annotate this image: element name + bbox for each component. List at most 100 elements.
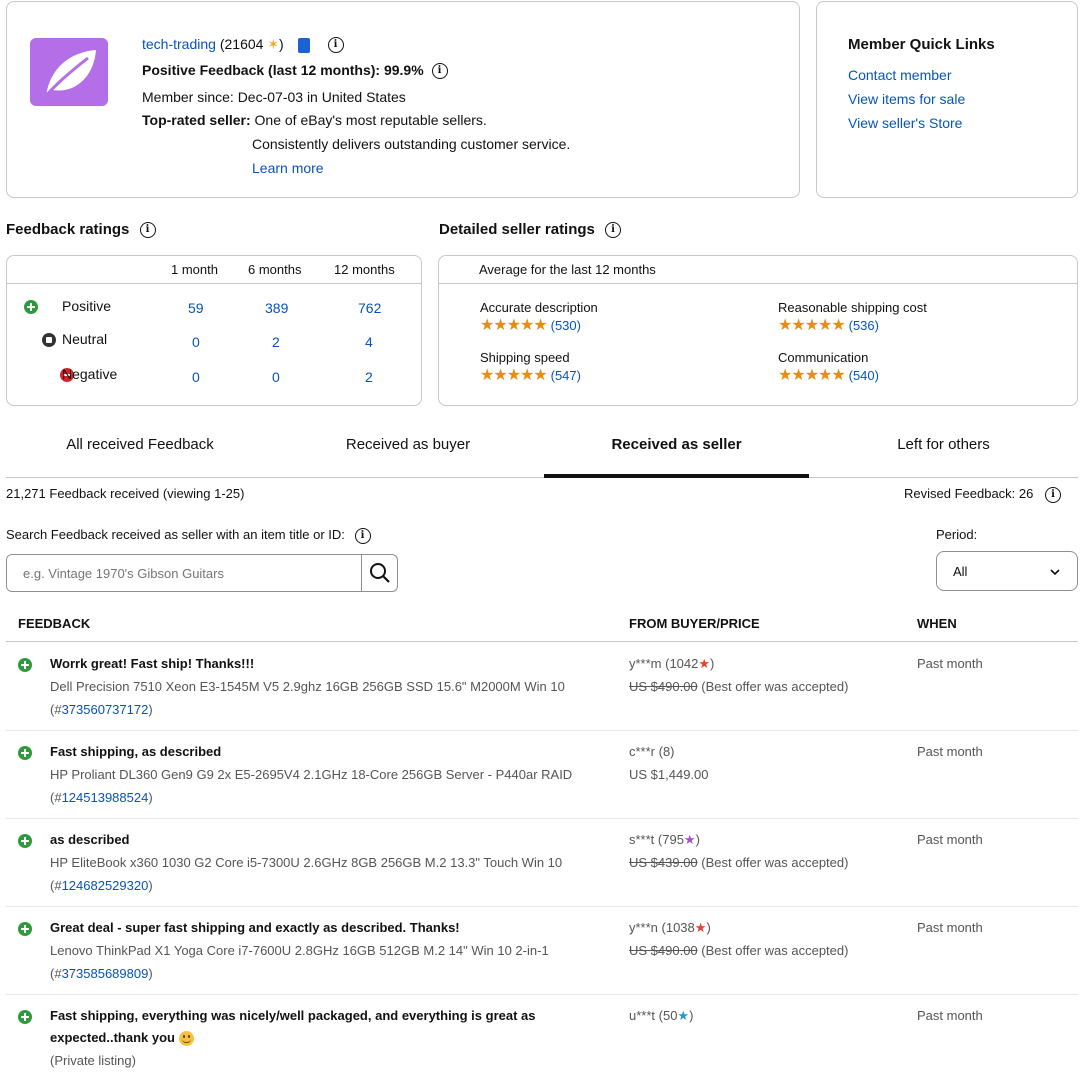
price: US $1,449.00 [629, 767, 709, 782]
item-id-link[interactable]: 373585689809 [62, 966, 149, 981]
price: US $490.00 (Best offer was accepted) [629, 679, 848, 694]
item-title: Lenovo ThinkPad X1 Yoga Core i7-7600U 2.… [50, 943, 549, 958]
item-id-suffix: ) [148, 878, 153, 893]
feedback-comment-line2: expected..thank you [50, 1030, 194, 1047]
item-id-suffix: ) [148, 702, 153, 717]
buyer-name: u***t (50 [629, 1008, 678, 1023]
item-id: (#124682529320) [50, 878, 153, 893]
stars-icon: ★★★★★ [778, 317, 846, 334]
feedback-comment: Fast shipping, everything was nicely/wel… [50, 1008, 536, 1023]
rating-count[interactable]: (536) [849, 318, 879, 333]
revised-feedback-text: Revised Feedback: 26 [904, 486, 1034, 501]
item-title: HP EliteBook x360 1030 G2 Core i5-7300U … [50, 855, 563, 870]
private-listing: (Private listing) [50, 1053, 136, 1068]
info-icon[interactable]: i [354, 527, 371, 544]
row-label-negative: Negative [62, 366, 118, 382]
quick-links-card: Member Quick Links Contact member View i… [816, 1, 1078, 198]
item-id-suffix: ) [148, 966, 153, 981]
item-id-link[interactable]: 124513988524 [62, 790, 149, 805]
info-icon[interactable]: i [605, 222, 622, 239]
rating-accurate: ★★★★★ (530) [480, 315, 581, 335]
negative-6-months[interactable]: 0 [272, 369, 280, 385]
view-store-link[interactable]: View seller's Store [848, 115, 962, 131]
item-id: (#373560737172) [50, 702, 153, 717]
search-button[interactable] [361, 555, 397, 591]
table-row: as described HP EliteBook x360 1030 G2 C… [6, 818, 1078, 907]
item-id-link[interactable]: 124682529320 [62, 878, 149, 893]
positive-6-months[interactable]: 389 [265, 300, 288, 316]
col-12-months: 12 months [334, 262, 395, 277]
rating-count[interactable]: (547) [551, 368, 581, 383]
neutral-6-months[interactable]: 2 [272, 334, 280, 350]
divider [439, 283, 1077, 284]
buyer-name: y***n (1038 [629, 920, 695, 935]
price-note: (Best offer was accepted) [701, 943, 849, 958]
positive-12-months[interactable]: 762 [358, 300, 381, 316]
feedback-ratings-card: 1 month 6 months 12 months Positive 59 3… [6, 255, 422, 406]
item-id-suffix: ) [148, 790, 153, 805]
star-icon: ★ [694, 920, 707, 935]
top-rated-text-2: Consistently delivers outstanding custom… [252, 136, 571, 152]
stars-icon: ★★★★★ [480, 317, 548, 334]
positive-1-month[interactable]: 59 [188, 300, 204, 316]
neutral-1-month[interactable]: 0 [192, 334, 200, 350]
contact-member-link[interactable]: Contact member [848, 67, 951, 83]
item-id-link[interactable]: 373560737172 [62, 702, 149, 717]
period-select[interactable]: All [936, 551, 1078, 591]
tab-received-as-buyer[interactable]: Received as buyer [274, 436, 542, 453]
negative-12-months[interactable]: 2 [365, 369, 373, 385]
positive-icon [24, 300, 38, 314]
positive-icon [18, 922, 32, 936]
username-link[interactable]: tech-trading [142, 36, 216, 52]
header-from-buyer: FROM BUYER/PRICE [629, 616, 760, 631]
price-note: (Best offer was accepted) [701, 855, 849, 870]
buyer-name: y***m (1042 [629, 656, 699, 671]
feedback-score: (21604 [219, 36, 264, 52]
learn-more-link[interactable]: Learn more [252, 160, 324, 176]
tab-received-as-seller[interactable]: Received as seller [544, 436, 809, 453]
when: Past month [917, 832, 983, 847]
buyer-close: ) [689, 1008, 694, 1023]
search-input[interactable] [7, 555, 361, 591]
search-label: Search Feedback received as seller with … [6, 527, 371, 544]
top-rated-text-1: One of eBay's most reputable sellers. [254, 112, 487, 128]
avatar[interactable] [30, 38, 108, 106]
when: Past month [917, 920, 983, 935]
detailed-ratings-heading: Detailed seller ratings i [439, 221, 622, 239]
chevron-down-icon [1050, 569, 1060, 576]
neutral-12-months[interactable]: 4 [365, 334, 373, 350]
tab-left-for-others[interactable]: Left for others [809, 436, 1078, 453]
table-row: Great deal - super fast shipping and exa… [6, 906, 1078, 995]
buyer: s***t (795★) [629, 832, 700, 848]
member-since: Member since: Dec-07-03 in United States [142, 89, 406, 105]
view-items-link[interactable]: View items for sale [848, 91, 965, 107]
item-id: (#124513988524) [50, 790, 153, 805]
buyer: y***m (1042★) [629, 656, 714, 672]
tab-all-received[interactable]: All received Feedback [6, 436, 274, 453]
item-id-prefix: (# [50, 790, 62, 805]
star-icon: ★ [698, 656, 711, 671]
rating-label-accurate: Accurate description [480, 300, 598, 315]
positive-icon [18, 746, 32, 760]
rating-label-communication: Communication [778, 350, 869, 365]
info-icon[interactable]: i [431, 63, 448, 80]
header-feedback: FEEDBACK [18, 616, 91, 631]
negative-1-month[interactable]: 0 [192, 369, 200, 385]
rating-count[interactable]: (540) [849, 368, 879, 383]
neutral-icon [41, 333, 56, 347]
shooting-star-icon: ✶ [267, 36, 280, 52]
info-icon[interactable]: i [1044, 486, 1061, 503]
original-price: US $490.00 [629, 679, 698, 694]
item-id-prefix: (# [50, 878, 62, 893]
when: Past month [917, 656, 983, 671]
info-icon[interactable]: i [139, 222, 156, 239]
star-icon: ★ [683, 832, 696, 847]
search-box [6, 554, 398, 592]
col-6-months: 6 months [248, 262, 302, 277]
price: US $490.00 (Best offer was accepted) [629, 943, 848, 958]
rating-count[interactable]: (530) [551, 318, 581, 333]
positive-icon [18, 658, 32, 672]
divider [7, 283, 421, 284]
seller-header: tech-trading (21604 ✶) i [142, 36, 344, 54]
info-icon[interactable]: i [327, 37, 344, 54]
